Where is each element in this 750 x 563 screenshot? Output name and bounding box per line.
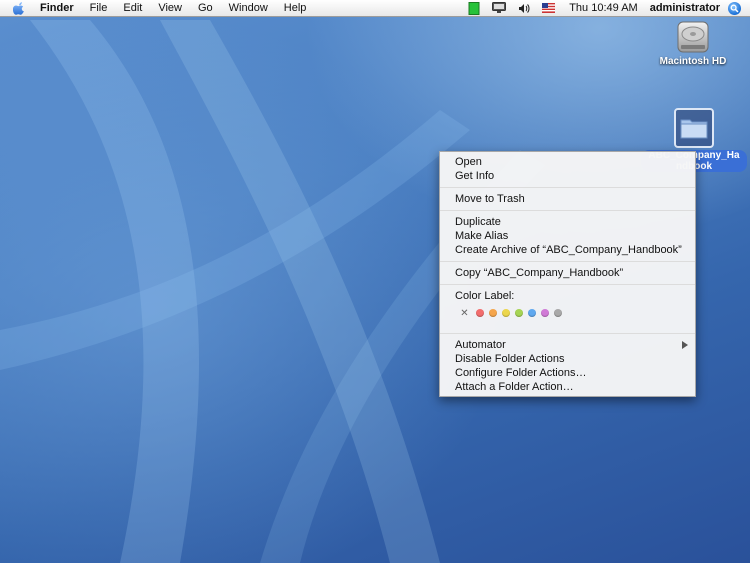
color-label-gray[interactable] [554,309,562,317]
color-label-green[interactable] [515,309,523,317]
color-label-blue[interactable] [528,309,536,317]
help-menu[interactable]: Help [276,0,315,16]
menu-item-configure-folder-actions[interactable]: Configure Folder Actions… [440,366,695,380]
menu-separator [440,187,695,188]
menubar-clock[interactable]: Thu 10:49 AM [569,2,638,14]
view-menu[interactable]: View [150,0,190,16]
menu-extras: Thu 10:49 AM administrator [462,0,750,16]
go-menu[interactable]: Go [190,0,221,16]
edit-menu[interactable]: Edit [115,0,150,16]
us-flag-icon[interactable] [542,3,556,13]
menu-item-duplicate[interactable]: Duplicate [440,215,695,229]
menu-item-disable-folder-actions[interactable]: Disable Folder Actions [440,352,695,366]
apple-menu-icon[interactable] [12,1,26,15]
menu-item-automator[interactable]: Automator [440,338,695,352]
automator-label: Automator [455,339,506,351]
menu-item-create-archive[interactable]: Create Archive of “ABC_Company_Handbook” [440,243,695,257]
menu-separator [440,333,695,334]
spotlight-icon[interactable] [728,1,741,15]
hard-drive-icon [675,20,711,54]
submenu-arrow-icon [682,341,688,349]
color-label-yellow[interactable] [502,309,510,317]
battery-icon[interactable] [468,1,480,15]
macintosh-hd-label: Macintosh HD [659,56,727,67]
menu-item-attach-folder-action[interactable]: Attach a Folder Action… [440,380,695,394]
menu-item-move-to-trash[interactable]: Move to Trash [440,192,695,206]
color-label-red[interactable] [476,309,484,317]
window-menu[interactable]: Window [221,0,276,16]
folder-icon [674,108,714,148]
volume-icon[interactable] [518,3,530,14]
finder-menu[interactable]: Finder [32,0,82,16]
fast-user-switch-menu[interactable]: administrator [650,2,720,14]
display-icon[interactable] [492,2,507,14]
file-menu[interactable]: File [82,0,116,16]
menu-item-open[interactable]: Open [440,155,695,169]
color-label-none-icon[interactable]: ✕ [458,308,471,319]
color-label-title: Color Label: [455,290,515,302]
color-label-row: ✕ [440,303,695,323]
menu-item-make-alias[interactable]: Make Alias [440,229,695,243]
menu-separator [440,284,695,285]
menu-separator [440,210,695,211]
folder-context-menu: Open Get Info Move to Trash Duplicate Ma… [439,151,696,397]
menu-bar: Finder File Edit View Go Window Help Thu… [0,0,750,17]
menu-separator [440,261,695,262]
menu-item-get-info[interactable]: Get Info [440,169,695,183]
color-label-orange[interactable] [489,309,497,317]
menu-item-copy[interactable]: Copy “ABC_Company_Handbook” [440,266,695,280]
macintosh-hd-desktop-icon[interactable]: Macintosh HD [650,20,736,67]
color-label-purple[interactable] [541,309,549,317]
